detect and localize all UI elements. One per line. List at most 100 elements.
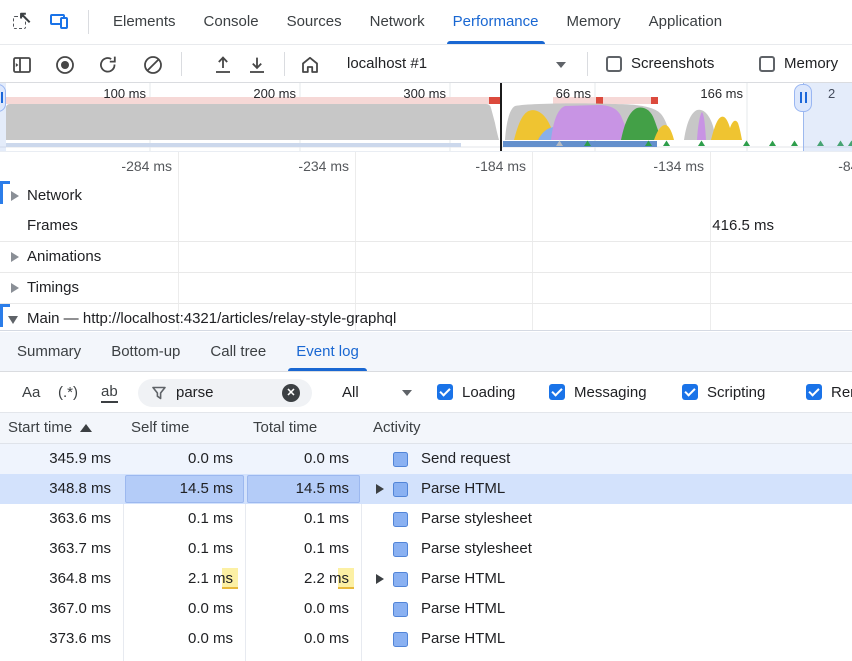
activity-icon	[393, 512, 408, 527]
session-selector[interactable]: localhost #1	[347, 46, 427, 82]
toggle-sidebar-icon[interactable]	[10, 53, 34, 77]
cell-start-time: 363.7 ms	[0, 534, 123, 564]
whole-word-toggle[interactable]: ab	[101, 381, 118, 403]
cell-total-time: 0.1 ms	[245, 504, 361, 534]
activity-icon	[393, 602, 408, 617]
regex-toggle[interactable]: (.*)	[58, 373, 78, 412]
messaging-checkbox[interactable]	[549, 384, 565, 400]
cell-activity: Send request	[361, 444, 852, 474]
expand-icon[interactable]	[11, 191, 19, 201]
network-lane	[503, 141, 657, 147]
rendering-checkbox[interactable]	[806, 384, 822, 400]
table-row[interactable]: 367.0 ms 0.0 ms 0.0 ms Parse HTML	[0, 594, 852, 624]
collapse-icon[interactable]	[8, 316, 18, 324]
cell-total-time: 0.0 ms	[245, 444, 361, 474]
tab-performance[interactable]: Performance	[439, 0, 553, 44]
loading-checkbox[interactable]	[437, 384, 453, 400]
frame-duration: 416.5 ms	[624, 217, 774, 234]
expand-icon[interactable]	[11, 283, 19, 293]
long-task-red	[489, 97, 501, 104]
cell-self-time: 0.1 ms	[123, 504, 245, 534]
table-row[interactable]: 364.8 ms 2.1 ms 2.2 ms Parse HTML	[0, 564, 852, 594]
chevron-down-icon[interactable]	[402, 390, 412, 396]
memory-label: Memory	[784, 46, 838, 82]
expand-icon[interactable]	[376, 484, 384, 494]
header-self-time[interactable]: Self time	[123, 413, 189, 443]
tab-application[interactable]: Application	[635, 0, 736, 44]
cell-self-time: 14.5 ms	[123, 474, 245, 504]
ruler-tick: -234 ms	[263, 158, 349, 174]
header-activity[interactable]: Activity	[361, 413, 421, 443]
clear-icon[interactable]	[141, 53, 165, 77]
header-start-time[interactable]: Start time	[0, 413, 92, 443]
clear-filter-icon[interactable]: ✕	[282, 384, 300, 402]
cell-activity: Parse HTML	[361, 474, 852, 504]
screenshots-checkbox[interactable]	[606, 56, 622, 72]
filter-query[interactable]: parse	[176, 379, 214, 407]
cell-total-time: 2.2 ms	[245, 564, 361, 594]
tab-event-log[interactable]: Event log	[281, 332, 374, 371]
tab-sources[interactable]: Sources	[273, 0, 356, 44]
cell-activity: Parse stylesheet	[361, 534, 852, 564]
cell-start-time: 367.0 ms	[0, 594, 123, 624]
track-timings[interactable]: Timings	[0, 273, 852, 303]
messaging-label: Messaging	[574, 373, 647, 412]
table-row[interactable]: 363.7 ms 0.1 ms 0.1 ms Parse stylesheet	[0, 534, 852, 564]
track-main[interactable]: Main — http://localhost:4321/articles/re…	[0, 304, 852, 331]
reload-record-icon[interactable]	[96, 53, 120, 77]
track-frames[interactable]: Frames 416.5 ms	[0, 211, 852, 241]
timeline-overview[interactable]: 100 ms 200 ms 300 ms 66 ms 166 ms 2	[0, 83, 852, 152]
performance-toolbar: localhost #1 Screenshots Memory	[0, 46, 852, 83]
loading-label: Loading	[462, 373, 515, 412]
chevron-down-icon[interactable]	[556, 62, 566, 68]
cell-start-time: 364.8 ms	[0, 564, 123, 594]
table-row[interactable]: 363.6 ms 0.1 ms 0.1 ms Parse stylesheet	[0, 504, 852, 534]
tab-elements[interactable]: Elements	[99, 0, 190, 44]
table-row[interactable]: 373.6 ms 0.0 ms 0.0 ms Parse HTML	[0, 624, 852, 654]
ruler-tick: -284 ms	[86, 158, 172, 174]
tab-call-tree[interactable]: Call tree	[195, 332, 281, 371]
navigation-marker	[500, 83, 502, 151]
download-profile-icon[interactable]	[245, 53, 269, 77]
activity-icon	[393, 632, 408, 647]
cell-activity: Parse HTML	[361, 564, 852, 594]
scripting-label: Scripting	[707, 373, 765, 412]
scripting-checkbox[interactable]	[682, 384, 698, 400]
tab-bottom-up[interactable]: Bottom-up	[96, 332, 195, 371]
cell-start-time: 363.6 ms	[0, 504, 123, 534]
cell-activity: Parse stylesheet	[361, 504, 852, 534]
home-icon[interactable]	[298, 53, 322, 77]
record-icon[interactable]	[53, 53, 77, 77]
tab-memory[interactable]: Memory	[553, 0, 635, 44]
overview-tick: 300 ms	[370, 86, 446, 101]
upload-profile-icon[interactable]	[211, 53, 235, 77]
divider	[88, 10, 89, 34]
filter-input[interactable]: parse ✕	[138, 379, 312, 407]
table-row-selected[interactable]: 348.8 ms 14.5 ms 14.5 ms Parse HTML	[0, 474, 852, 504]
match-case-toggle[interactable]: Aa	[22, 373, 40, 412]
tab-summary[interactable]: Summary	[2, 332, 96, 371]
expand-icon[interactable]	[11, 252, 19, 262]
tab-network[interactable]: Network	[356, 0, 439, 44]
window-handle-right[interactable]	[794, 84, 812, 112]
header-total-time[interactable]: Total time	[245, 413, 317, 443]
track-network[interactable]: Network	[0, 181, 852, 211]
device-toolbar-icon[interactable]	[50, 12, 72, 32]
divider	[284, 52, 285, 76]
track-animations[interactable]: Animations	[0, 242, 852, 272]
inspect-element-icon[interactable]: ↖	[12, 11, 34, 33]
category-dropdown[interactable]: All	[342, 373, 359, 412]
ruler-tick: -184 ms	[440, 158, 526, 174]
cell-self-time: 0.1 ms	[123, 534, 245, 564]
timeline-tracks: Network Frames 416.5 ms Animations Timin…	[0, 180, 852, 331]
devtools-performance-panel: ↖ Elements Console Sources Network Perfo…	[0, 0, 852, 661]
cell-self-time: 0.0 ms	[123, 594, 245, 624]
table-row[interactable]: 345.9 ms 0.0 ms 0.0 ms Send request	[0, 444, 852, 474]
cell-total-time: 0.1 ms	[245, 534, 361, 564]
cell-total-time: 14.5 ms	[245, 474, 361, 504]
tab-console[interactable]: Console	[190, 0, 273, 44]
ruler-tick: -134 ms	[618, 158, 704, 174]
memory-checkbox[interactable]	[759, 56, 775, 72]
expand-icon[interactable]	[376, 574, 384, 584]
cell-total-time: 0.0 ms	[245, 594, 361, 624]
